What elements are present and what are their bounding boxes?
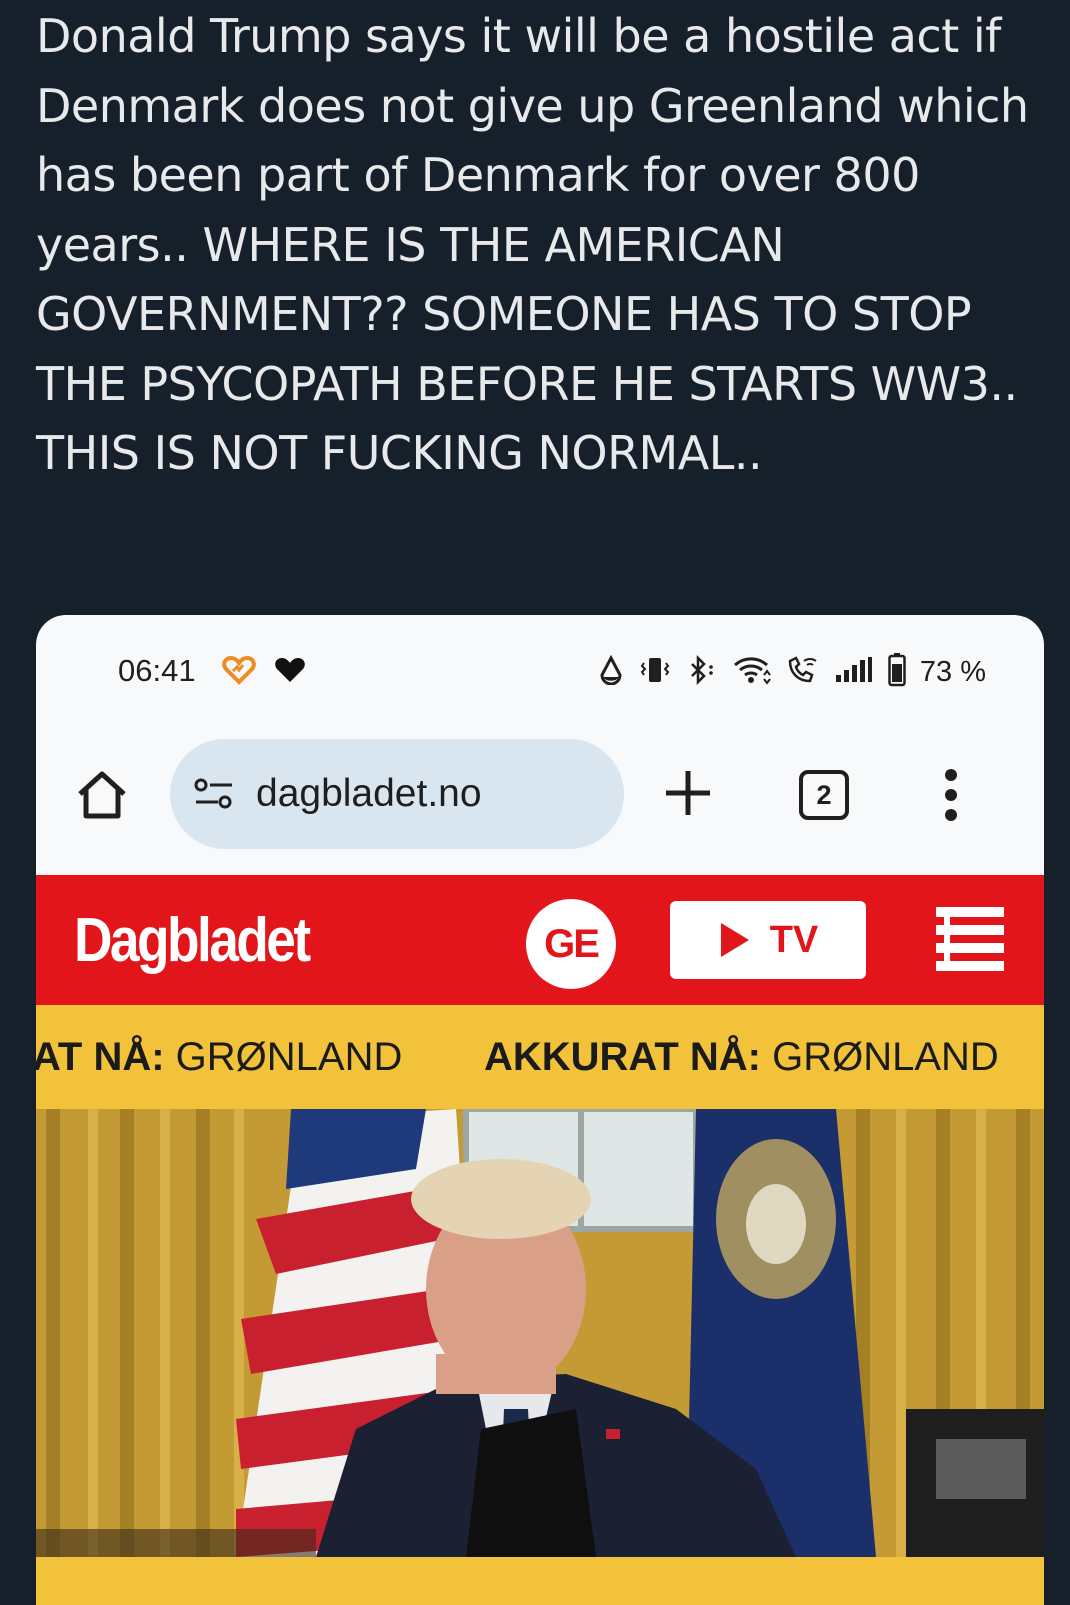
status-right-icons: 73 % xyxy=(598,653,986,691)
site-menu-button[interactable] xyxy=(936,907,1004,973)
battery-icon xyxy=(888,653,906,691)
browser-menu-button[interactable] xyxy=(936,765,966,825)
ticker-topic: GRØNLAND xyxy=(164,1035,403,1079)
battery-percent: 73 % xyxy=(919,655,986,688)
bluetooth-icon xyxy=(686,654,718,689)
site-settings-icon[interactable] xyxy=(192,776,236,812)
signal-icon xyxy=(834,655,874,689)
site-header: Dagbladet GE TV xyxy=(36,875,1044,1005)
status-left-icons xyxy=(222,655,306,689)
tab-switcher-button[interactable]: 2 xyxy=(799,770,849,820)
heart-outline-icon xyxy=(222,655,256,689)
home-icon xyxy=(78,771,126,819)
vibrate-icon xyxy=(638,655,672,689)
wifi-icon xyxy=(732,655,772,689)
ticker-prefix: AT NÅ: xyxy=(36,1035,165,1079)
heart-icon xyxy=(274,656,306,688)
post-text: Donald Trump says it will be a hostile a… xyxy=(36,9,1043,480)
url-text: dagbladet.no xyxy=(256,772,482,815)
tv-label: TV xyxy=(769,918,819,961)
status-bar: 06:41 73 % xyxy=(36,615,1044,735)
hamburger-icon xyxy=(936,907,1004,971)
oval-office-photo xyxy=(36,1109,1044,1557)
ge-button[interactable]: GE xyxy=(526,899,616,989)
site-logo[interactable]: Dagbladet xyxy=(74,905,311,976)
wifi-calling-icon xyxy=(786,655,820,689)
ticker-item: AKKURAT NÅ: GRØNLAND xyxy=(484,1035,999,1080)
ticker-topic: GRØNLAND xyxy=(761,1035,999,1079)
play-icon xyxy=(720,923,749,957)
home-button[interactable] xyxy=(74,767,130,823)
alarm-icon xyxy=(598,654,624,689)
new-tab-button[interactable] xyxy=(658,763,718,823)
breaking-news-ticker[interactable]: AT NÅ: GRØNLAND AKKURAT NÅ: GRØNLAND xyxy=(36,1005,1044,1109)
embedded-screenshot[interactable]: 06:41 73 % dagbladet.no 2 Dagbladet GE T… xyxy=(36,615,1044,1605)
article-headline-strip[interactable] xyxy=(36,1557,1044,1605)
status-time: 06:41 xyxy=(118,653,196,688)
url-bar[interactable]: dagbladet.no xyxy=(170,739,624,849)
ge-label: GE xyxy=(544,921,600,966)
tv-button[interactable]: TV xyxy=(670,901,866,979)
kebab-menu-icon xyxy=(945,769,957,821)
new-tab-icon xyxy=(666,771,710,815)
ticker-prefix: AKKURAT NÅ: xyxy=(484,1035,761,1079)
ticker-item: AT NÅ: GRØNLAND xyxy=(36,1035,402,1080)
article-photo[interactable] xyxy=(36,1109,1044,1557)
browser-toolbar: dagbladet.no 2 xyxy=(36,735,1044,865)
